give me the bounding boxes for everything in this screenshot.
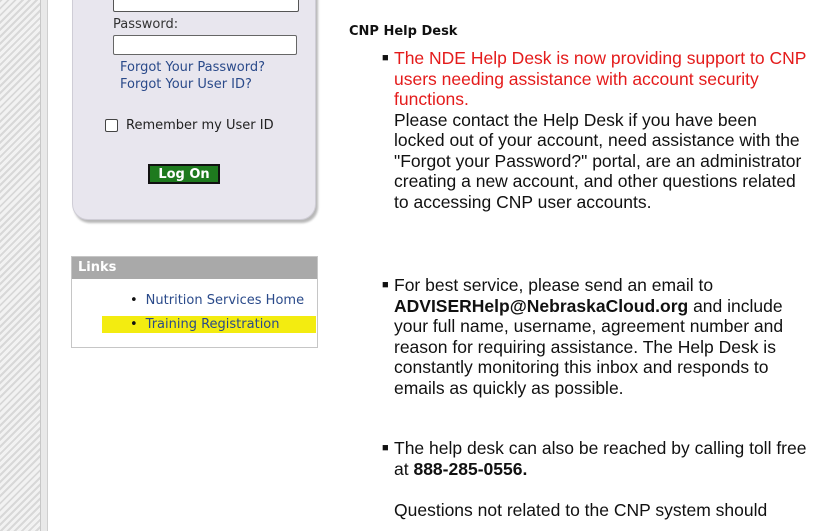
left-border-column bbox=[41, 0, 48, 531]
remember-checkbox[interactable] bbox=[105, 119, 118, 132]
remember-label: Remember my User ID bbox=[126, 118, 274, 133]
helpdesk-title: CNP Help Desk bbox=[349, 24, 458, 39]
helpdesk-alert-text: The NDE Help Desk is now providing suppo… bbox=[394, 48, 807, 109]
logon-button[interactable]: Log On bbox=[148, 164, 220, 184]
link-training-registration[interactable]: • Training Registration bbox=[102, 316, 316, 333]
link-nutrition-services-home[interactable]: • Nutrition Services Home bbox=[130, 293, 304, 308]
left-decorative-stripe bbox=[0, 0, 41, 531]
userid-input[interactable] bbox=[113, 0, 299, 12]
link-label: Training Registration bbox=[145, 317, 280, 332]
helpdesk-item-security: ■ The NDE Help Desk is now providing sup… bbox=[382, 48, 810, 212]
email-intro-text: For best service, please send an email t… bbox=[394, 275, 714, 295]
password-input[interactable] bbox=[113, 35, 297, 55]
bullet-icon: • bbox=[130, 293, 138, 308]
link-label: Nutrition Services Home bbox=[145, 293, 305, 308]
forgot-password-link[interactable]: Forgot Your Password? bbox=[120, 60, 265, 75]
square-bullet-icon: ■ bbox=[382, 52, 389, 64]
helpdesk-other-questions: Questions not related to the CNP system … bbox=[394, 500, 768, 520]
helpdesk-contact-text: Please contact the Help Desk if you have… bbox=[394, 109, 802, 212]
forgot-userid-link[interactable]: Forgot Your User ID? bbox=[120, 77, 252, 92]
helpdesk-email: ADVISERHelp@NebraskaCloud.org bbox=[394, 295, 689, 316]
square-bullet-icon: ■ bbox=[382, 279, 389, 291]
helpdesk-phone: 888-285-0556. bbox=[413, 458, 528, 479]
password-label: Password: bbox=[113, 17, 179, 32]
remember-userid-row: Remember my User ID bbox=[105, 118, 274, 133]
helpdesk-item-phone: ■ The help desk can also be reached by c… bbox=[382, 438, 810, 479]
bullet-icon: • bbox=[130, 317, 138, 332]
links-header: Links bbox=[72, 257, 317, 279]
login-panel: Password: Forgot Your Password? Forgot Y… bbox=[72, 0, 316, 220]
links-panel: Links • Nutrition Services Home • Training… bbox=[71, 256, 318, 348]
square-bullet-icon: ■ bbox=[382, 442, 389, 454]
helpdesk-item-email: ■ For best service, please send an email… bbox=[382, 275, 810, 398]
